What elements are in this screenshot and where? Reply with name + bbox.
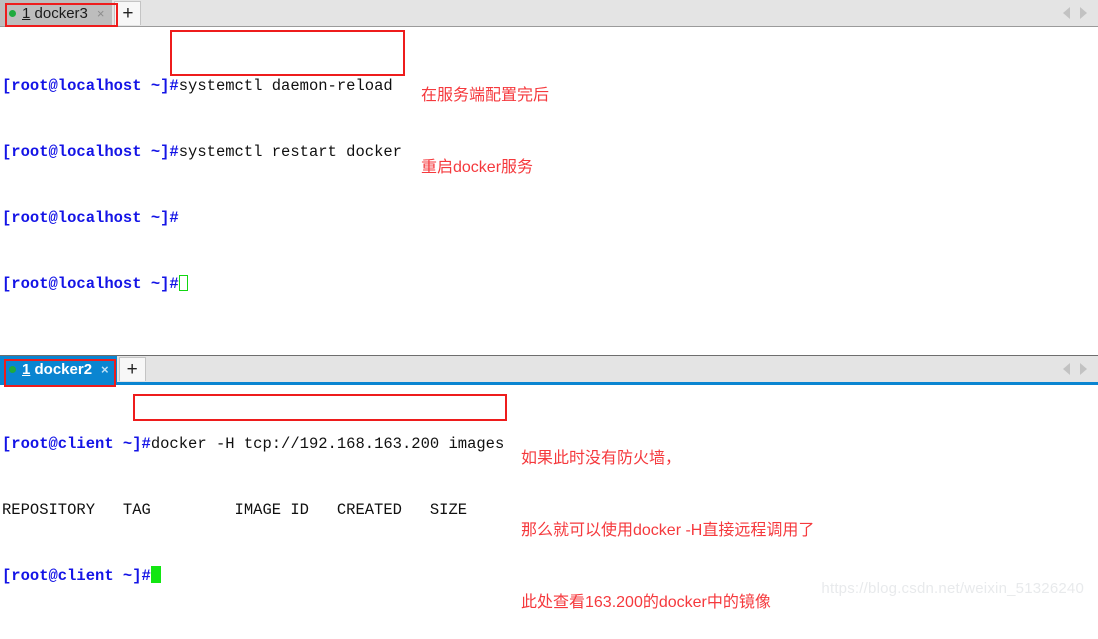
terminal-line: [root@localhost ~]#systemctl restart doc…	[2, 141, 1098, 163]
tab-docker3-label: 1 docker3	[22, 5, 88, 22]
shell-prompt: [root@client ~]#	[2, 435, 151, 453]
tab-close-icon[interactable]: ×	[101, 363, 109, 376]
new-tab-button[interactable]: +	[118, 357, 146, 381]
tab-docker3[interactable]: 1 docker3 ×	[0, 0, 113, 26]
triangle-right-icon[interactable]	[1080, 363, 1087, 375]
top-tab-bar-spacer	[141, 0, 1063, 26]
terminal-cursor-unfocused	[178, 275, 188, 291]
tab-close-icon[interactable]: ×	[97, 7, 105, 20]
shell-prompt: [root@localhost ~]#	[2, 143, 179, 161]
watermark: https://blog.csdn.net/weixin_51326240	[821, 580, 1084, 597]
triangle-left-icon[interactable]	[1063, 363, 1070, 375]
tab-docker3-name: docker3	[30, 4, 88, 22]
shell-command: docker -H tcp://192.168.163.200 images	[150, 435, 505, 453]
annotation-top-line2: 重启docker服务	[421, 159, 534, 176]
tab-docker2-label: 1 docker2	[22, 361, 92, 378]
shell-command: systemctl daemon-reload	[178, 77, 393, 95]
shell-command: systemctl restart docker	[178, 143, 402, 161]
tab-docker2[interactable]: 1 docker2 ×	[0, 356, 117, 382]
bottom-tab-bar: 1 docker2 × +	[0, 356, 1098, 385]
triangle-right-icon[interactable]	[1080, 7, 1087, 19]
new-tab-button[interactable]: +	[114, 1, 142, 25]
annotation-bottom-line1: 如果此时没有防火墙，	[521, 450, 682, 467]
tab-status-dot-icon	[9, 365, 16, 373]
shell-prompt: [root@localhost ~]#	[2, 209, 179, 227]
terminal-cursor-focused	[150, 566, 161, 583]
annotation-bottom: 如果此时没有防火墙， 那么就可以使用docker -H直接远程调用了 此处查看1…	[521, 399, 814, 639]
annotation-top: 在服务端配置完后 重启docker服务	[421, 36, 549, 204]
tab-status-dot-icon	[9, 9, 16, 17]
terminal-line: [root@localhost ~]#	[2, 207, 1098, 229]
annotation-top-line1: 在服务端配置完后	[421, 87, 550, 104]
annotation-bottom-line2: 那么就可以使用docker -H直接远程调用了	[521, 522, 815, 539]
top-tab-bar: 1 docker3 × +	[0, 0, 1098, 27]
terminal-line: [root@localhost ~]#systemctl daemon-relo…	[2, 75, 1098, 97]
triangle-left-icon[interactable]	[1063, 7, 1070, 19]
shell-prompt: [root@client ~]#	[2, 567, 151, 585]
terminal-line: [root@localhost ~]#	[2, 273, 1098, 295]
annotation-bottom-line3: 此处查看163.200的docker中的镜像	[521, 594, 771, 611]
shell-prompt: [root@localhost ~]#	[2, 77, 179, 95]
bottom-tab-scroll-controls	[1063, 356, 1098, 382]
docker-images-table-header: REPOSITORY TAG IMAGE ID CREATED SIZE	[2, 501, 468, 519]
bottom-tab-bar-spacer	[146, 356, 1063, 382]
shell-prompt: [root@localhost ~]#	[2, 275, 179, 293]
top-tab-scroll-controls	[1063, 0, 1098, 26]
tab-docker2-name: docker2	[30, 360, 93, 378]
